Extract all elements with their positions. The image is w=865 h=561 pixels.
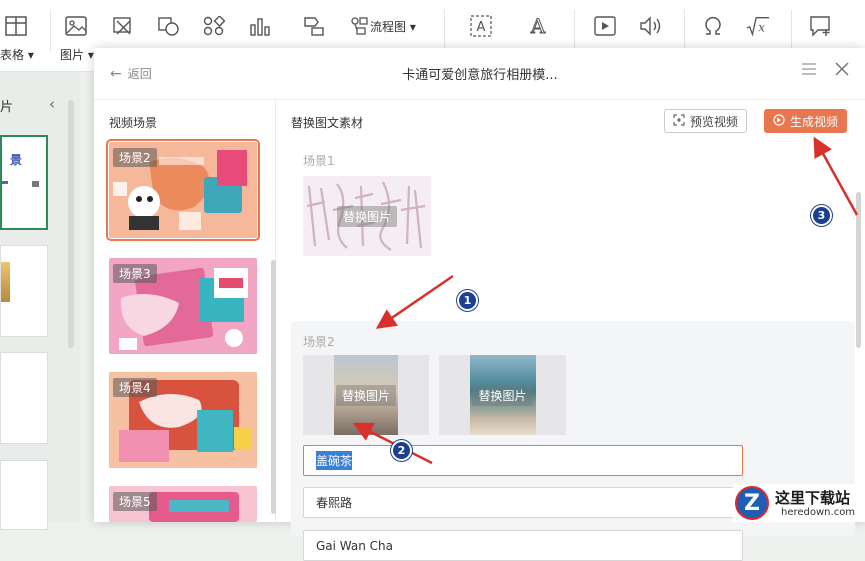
close-icon[interactable] [835, 62, 849, 79]
slide-thumbnail[interactable]: 景 [0, 135, 48, 230]
svg-text:A: A [530, 15, 546, 37]
generate-video-button[interactable]: 生成视频 [764, 109, 847, 133]
slide-photo [1, 262, 10, 302]
divider [684, 10, 685, 52]
back-button[interactable]: ← 返回 [110, 65, 152, 82]
scene2-image-slot[interactable]: 替换图片 [439, 355, 566, 435]
dialog-header: ← 返回 卡通可爱创意旅行相册模... [94, 48, 865, 100]
video-icon[interactable] [593, 14, 617, 38]
watermark-url: heredown.com [781, 507, 856, 518]
comment-icon[interactable] [809, 14, 833, 38]
scene-card[interactable]: 场景2 [106, 139, 260, 241]
divider [444, 10, 445, 52]
scene-card[interactable]: 场景3 [109, 258, 257, 354]
chart-icon[interactable] [248, 14, 272, 38]
formula-icon[interactable]: x [746, 14, 770, 38]
watermark-text: 这里下载站 [775, 489, 851, 507]
text-field[interactable]: 盖碗茶 [303, 445, 743, 476]
preview-label: 预览视频 [689, 114, 738, 129]
collapse-panel-icon[interactable]: ‹ [49, 95, 55, 113]
slide-thumbnail[interactable] [0, 352, 48, 444]
text-field[interactable]: 春熙路 [303, 487, 743, 518]
callout-badge: 2 [391, 440, 412, 461]
picture-icon[interactable] [64, 14, 88, 38]
scene-label: 场景5 [113, 492, 157, 511]
slide-decoration [32, 181, 39, 187]
wordart-icon[interactable]: A [526, 14, 550, 38]
scene2-image-slot[interactable]: 替换图片 [303, 355, 429, 435]
panel-scrollbar[interactable] [68, 100, 74, 348]
replace-image-button[interactable]: 替换图片 [472, 384, 533, 406]
divider [50, 10, 51, 52]
table-icon[interactable] [4, 14, 28, 38]
text-field-value: 春熙路 [316, 496, 353, 510]
text-field-value: Gai Wan Cha [316, 538, 394, 553]
back-arrow-icon: ← [110, 65, 122, 82]
back-label: 返回 [127, 67, 152, 81]
text-field-value: 盖碗茶 [316, 451, 353, 470]
slide-title: 景 [10, 153, 23, 167]
video-dialog: ← 返回 卡通可爱创意旅行相册模... 视频场景 场景2 场景3 场景4 场景5… [94, 48, 865, 561]
divider [791, 10, 792, 52]
shape-icon[interactable] [157, 14, 181, 38]
svg-text:A: A [477, 20, 486, 35]
slide-thumbnail[interactable] [0, 245, 48, 337]
scene1-image-slot[interactable]: 替换图片 [303, 176, 431, 256]
flowchart-icon[interactable] [348, 14, 372, 38]
slide-panel: 片 ‹ 景 [0, 72, 80, 530]
panel-header: 片 [0, 100, 14, 115]
divider [574, 10, 575, 52]
preview-icon [673, 113, 685, 129]
watermark-logo: Z [735, 486, 769, 520]
scene-label: 场景3 [113, 264, 157, 283]
callout-badge: 3 [811, 205, 832, 226]
slide-thumbnail[interactable] [0, 460, 48, 530]
slide-decoration [2, 181, 8, 184]
dialog-title: 卡通可爱创意旅行相册模... [402, 68, 558, 83]
generate-label: 生成视频 [789, 114, 838, 129]
screenshot-icon[interactable] [111, 14, 135, 38]
callout-badge: 1 [457, 290, 478, 311]
flowchart-label: 流程图 [370, 20, 407, 34]
scene-card[interactable]: 场景5 [109, 486, 257, 522]
menu-icon[interactable] [802, 62, 816, 79]
picture-label: 图片 [60, 48, 85, 62]
flowchart-button[interactable]: 流程图 ▾ [370, 18, 416, 35]
materials-heading: 替换图文素材 [291, 116, 364, 130]
table-label: 表格 [0, 48, 25, 62]
materials-panel: 替换图文素材 预览视频 生成视频 场景1 替换图片 场景2 替换图片 替换图片 … [276, 100, 865, 561]
materials-scrollbar[interactable] [856, 192, 861, 348]
scene2-label: 场景2 [303, 335, 335, 349]
scene-label: 场景4 [113, 378, 157, 397]
picture-button[interactable]: 图片 ▾ [60, 46, 94, 63]
text-field[interactable]: Gai Wan Cha [303, 530, 743, 561]
symbol-icon[interactable] [701, 14, 725, 38]
textbox-icon[interactable]: A [469, 14, 493, 38]
scene1-label: 场景1 [303, 154, 335, 168]
svg-text:x: x [758, 21, 765, 35]
scene-label: 场景2 [113, 148, 157, 167]
generate-icon [773, 113, 785, 129]
replace-image-button[interactable]: 替换图片 [335, 384, 396, 406]
icons-library-icon[interactable] [202, 14, 226, 38]
scenes-heading: 视频场景 [109, 116, 158, 130]
watermark: Z 这里下载站 heredown.com [733, 484, 865, 522]
scenes-panel: 视频场景 场景2 场景3 场景4 场景5 [94, 100, 276, 522]
replace-image-button[interactable]: 替换图片 [336, 205, 397, 227]
smartart-icon[interactable] [302, 14, 326, 38]
audio-icon[interactable] [639, 14, 663, 38]
preview-video-button[interactable]: 预览视频 [664, 109, 747, 133]
table-button[interactable]: 表格 ▾ [0, 46, 34, 63]
scene-card[interactable]: 场景4 [109, 372, 257, 468]
